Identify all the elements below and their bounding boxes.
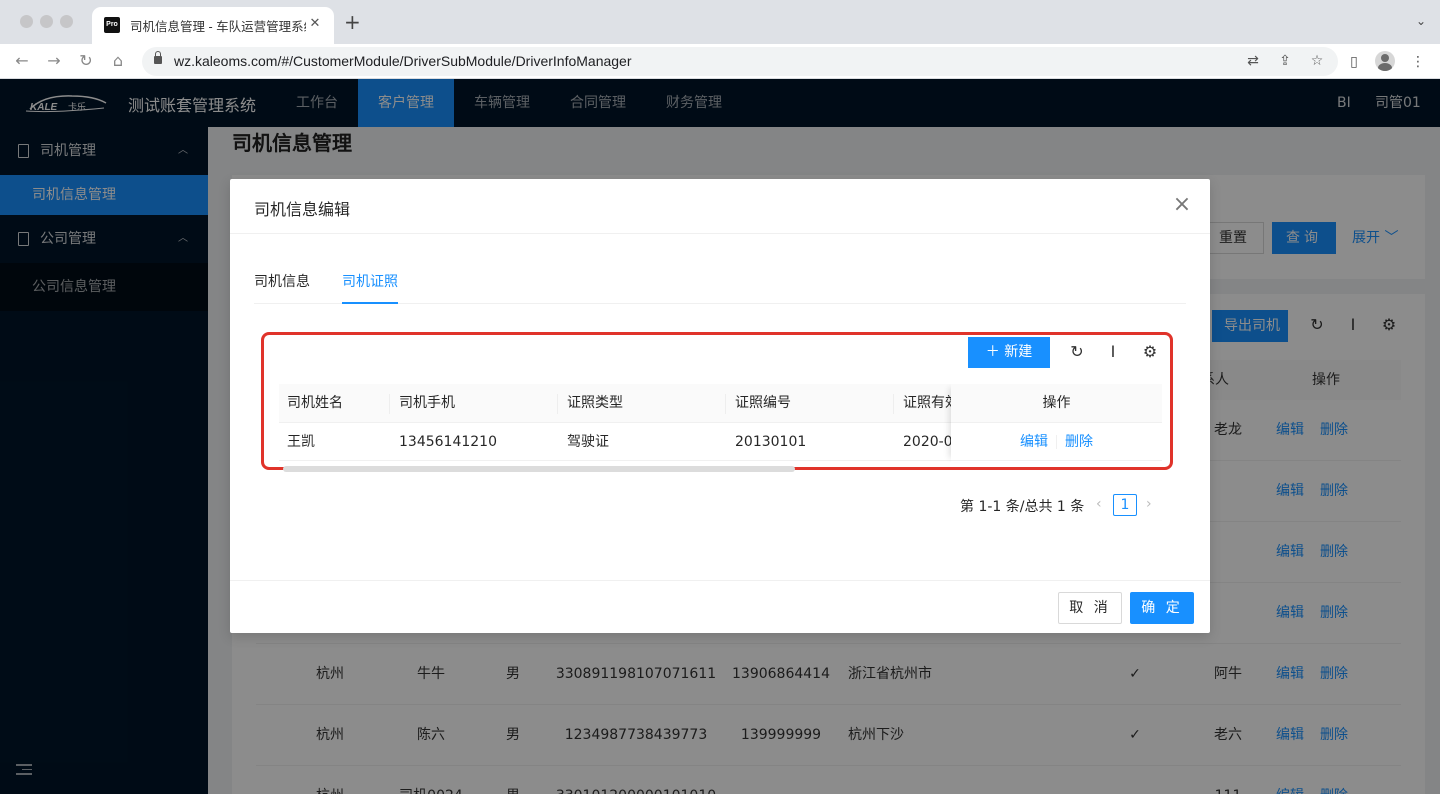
lock-icon[interactable] [154, 51, 162, 64]
plus-icon: ＋ [985, 344, 1000, 360]
forward-icon[interactable]: → [44, 51, 64, 71]
tab-close-icon[interactable]: ✕ [306, 15, 324, 33]
browser-tab-strip: Pro 司机信息管理 - 车队运营管理系统 ✕ + ⌄ [0, 0, 1440, 44]
side-panel-icon[interactable]: ▯ [1344, 52, 1364, 72]
new-label: 新建 [1004, 344, 1033, 360]
cancel-button[interactable]: 取 消 [1058, 592, 1122, 624]
window-minimize-dot[interactable] [40, 15, 53, 28]
new-tab-icon[interactable]: + [344, 12, 361, 32]
col-driver-phone: 司机手机 [399, 395, 455, 411]
window-close-dot[interactable] [20, 15, 33, 28]
cell-license-type: 驾驶证 [567, 434, 609, 450]
column-height-icon[interactable]: Ι [1104, 343, 1122, 361]
horizontal-scrollbar[interactable] [283, 466, 795, 472]
reload-icon[interactable]: ↻ [1068, 343, 1086, 361]
modal-title: 司机信息编辑 [254, 200, 351, 219]
license-table: 司机姓名 司机手机 证照类型 证照编号 证照有效期 王凯 13456141210… [279, 384, 1162, 464]
col-action: 操作 [951, 384, 1162, 423]
fixed-action-column: 操作 编辑 删除 [951, 384, 1162, 462]
modal-tabs: 司机信息 司机证照 [254, 257, 1186, 304]
browser-menu-icon[interactable]: ⋮ [1408, 52, 1428, 72]
ok-button[interactable]: 确 定 [1130, 592, 1194, 624]
delete-link[interactable]: 删除 [1065, 434, 1093, 450]
reload-icon[interactable]: ↻ [76, 51, 96, 71]
translate-icon[interactable]: ⇄ [1244, 52, 1262, 70]
col-license-type: 证照类型 [567, 395, 623, 411]
browser-toolbar: ← → ↻ ⌂ wz.kaleoms.com/#/CustomerModule/… [0, 44, 1440, 79]
share-icon[interactable]: ⇪ [1276, 52, 1294, 70]
bookmark-star-icon[interactable]: ☆ [1308, 52, 1326, 70]
setting-icon[interactable]: ⚙ [1141, 343, 1159, 361]
tab-search-chevron-icon[interactable]: ⌄ [1416, 14, 1426, 28]
edit-link[interactable]: 编辑 [1020, 434, 1048, 450]
tab-driver-license[interactable]: 司机证照 [342, 271, 398, 291]
driver-edit-modal: 司机信息编辑 × 司机信息 司机证照 ＋ 新建 ↻ Ι ⚙ 司机姓名 司机手机 … [230, 179, 1210, 633]
tab-ink-bar [342, 302, 398, 304]
col-driver-name: 司机姓名 [287, 395, 343, 411]
cell-driver-phone: 13456141210 [399, 434, 497, 450]
pagination-total: 第 1-1 条/总共 1 条 [960, 499, 1085, 515]
pagination-next-icon[interactable]: › [1146, 496, 1152, 512]
cell-driver-name: 王凯 [287, 434, 315, 450]
action-cell: 编辑 删除 [951, 423, 1162, 461]
close-icon[interactable]: × [1172, 194, 1192, 216]
address-bar[interactable]: wz.kaleoms.com/#/CustomerModule/DriverSu… [142, 47, 1338, 76]
home-icon[interactable]: ⌂ [108, 51, 128, 71]
favicon-icon: Pro [104, 17, 120, 33]
new-button[interactable]: ＋ 新建 [968, 337, 1050, 368]
window-maximize-dot[interactable] [60, 15, 73, 28]
profile-avatar-icon[interactable] [1375, 51, 1395, 71]
tab-driver-info[interactable]: 司机信息 [254, 271, 310, 291]
browser-tab[interactable]: Pro 司机信息管理 - 车队运营管理系统 ✕ [92, 7, 334, 44]
col-license-number: 证照编号 [735, 395, 791, 411]
back-icon[interactable]: ← [12, 51, 32, 71]
modal-footer: 取 消 确 定 [230, 580, 1210, 633]
url-text[interactable]: wz.kaleoms.com/#/CustomerModule/DriverSu… [174, 53, 632, 69]
modal-header: 司机信息编辑 × [230, 179, 1210, 234]
pagination-page[interactable]: 1 [1113, 494, 1137, 516]
cell-license-number: 20130101 [735, 434, 807, 450]
pagination-prev-icon[interactable]: ‹ [1096, 496, 1102, 512]
tab-title: 司机信息管理 - 车队运营管理系统 [130, 20, 306, 34]
